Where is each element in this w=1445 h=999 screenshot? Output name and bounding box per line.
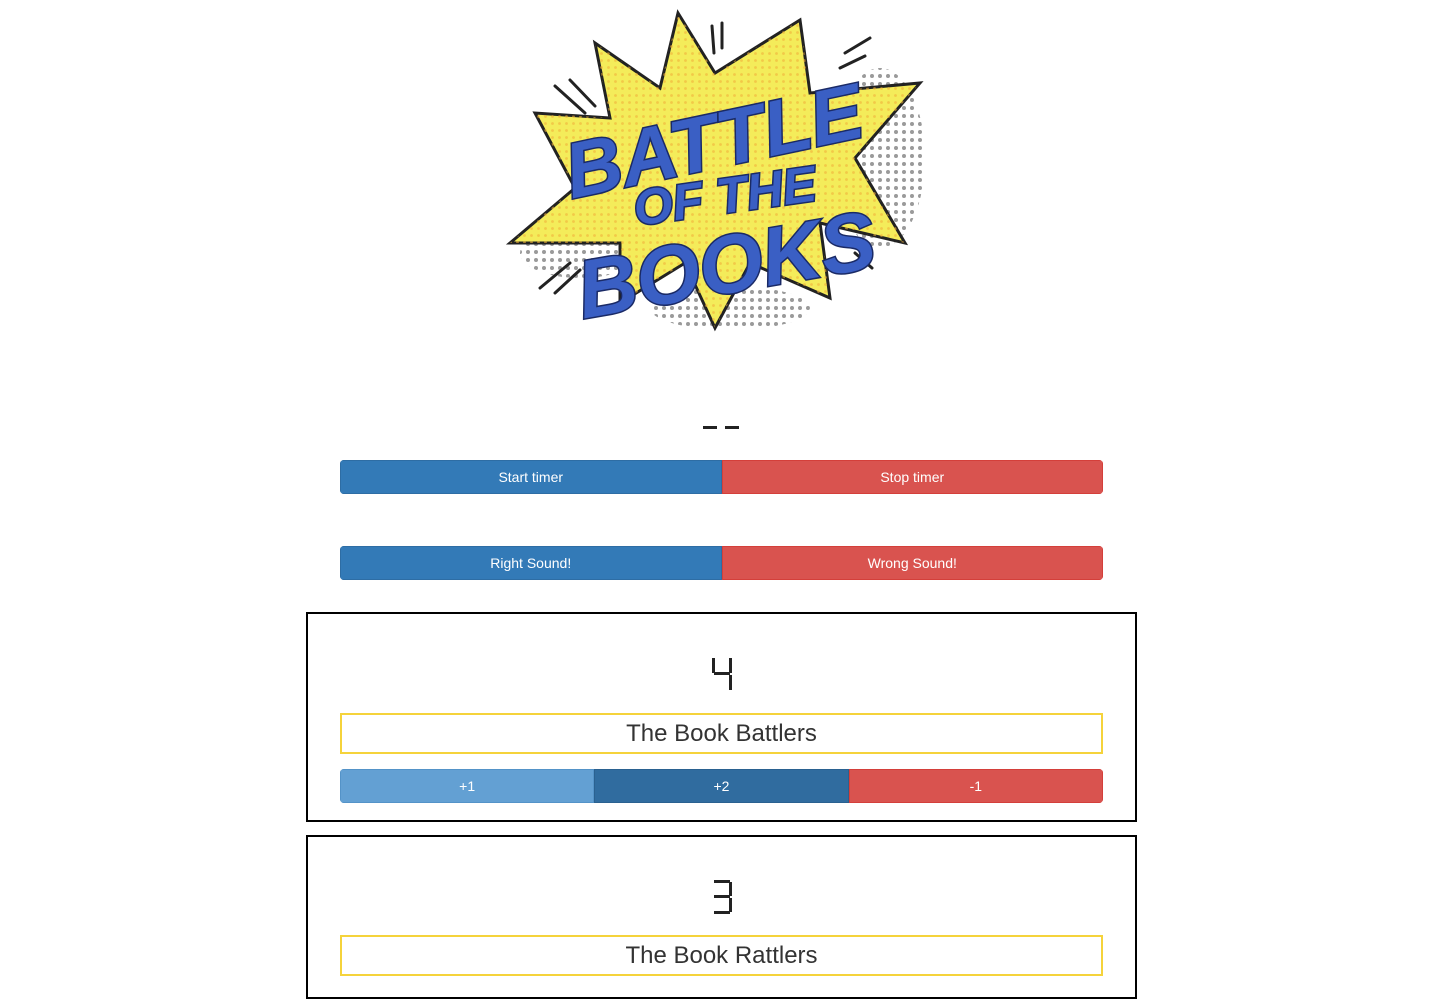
team-panel-1: 4 The Book Battlers +1 +2 -1 — [306, 612, 1137, 822]
timer-button-group: Start timer Stop timer — [340, 460, 1103, 494]
timer-digits — [702, 426, 739, 429]
team-panel-2: 3 The Book Rattlers — [306, 835, 1137, 999]
team-1-score-digit — [711, 658, 732, 690]
battle-of-the-books-logo: BATTLE OF THE BOOKS — [500, 8, 930, 338]
team-1-minus-1-button[interactable]: -1 — [848, 769, 1103, 803]
sound-button-group: Right Sound! Wrong Sound! — [340, 546, 1103, 580]
team-1-plus-1-button[interactable]: +1 — [340, 769, 595, 803]
team-1-name-field[interactable]: The Book Battlers — [340, 713, 1103, 754]
team-1-score-buttons: +1 +2 -1 — [340, 769, 1103, 803]
timer-display: -- — [0, 386, 1445, 446]
right-sound-button[interactable]: Right Sound! — [340, 546, 722, 580]
team-1-score-display: 4 — [308, 644, 1135, 704]
team-2-score-digit — [713, 880, 732, 914]
start-timer-button[interactable]: Start timer — [340, 460, 722, 494]
team-2-score-display: 3 — [308, 867, 1135, 927]
wrong-sound-button[interactable]: Wrong Sound! — [721, 546, 1103, 580]
stop-timer-button[interactable]: Stop timer — [721, 460, 1103, 494]
logo-burst-graphic: BATTLE OF THE BOOKS — [505, 9, 925, 338]
team-1-plus-2-button[interactable]: +2 — [594, 769, 849, 803]
